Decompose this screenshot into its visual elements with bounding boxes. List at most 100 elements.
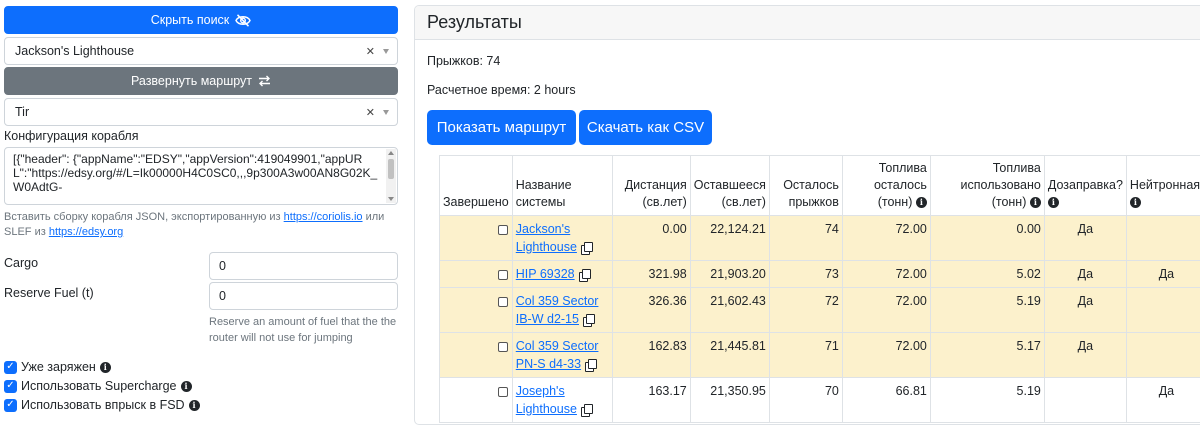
table-row: HIP 69328 321.98 21,903.20 73 72.00 5.02… <box>440 261 1200 288</box>
download-csv-button[interactable]: Скачать как CSV <box>579 110 712 145</box>
neutron-cell <box>1126 216 1200 261</box>
copy-icon[interactable] <box>583 314 594 326</box>
supercharged-label: Уже заряжен <box>21 360 96 374</box>
jumps-count: Прыжков: 74 <box>427 54 500 68</box>
distance-cell: 321.98 <box>612 261 690 288</box>
done-checkbox[interactable] <box>498 225 508 235</box>
source-system-value: Jackson's Lighthouse <box>15 44 366 58</box>
neutron-cell <box>1126 288 1200 333</box>
neutron-cell <box>1126 333 1200 378</box>
info-icon[interactable]: i <box>1130 197 1141 208</box>
col-done[interactable]: Завершено <box>440 156 513 216</box>
clear-icon[interactable]: ✕ <box>366 45 375 58</box>
fuel-used-cell: 0.00 <box>930 216 1044 261</box>
use-supercharge-option[interactable]: ✓ Использовать Supercharge i <box>4 379 192 393</box>
ship-config-help: Вставить сборку корабля JSON, экспортиро… <box>4 210 398 240</box>
copy-icon[interactable] <box>581 242 592 254</box>
fuel-left-cell: 72.00 <box>842 288 930 333</box>
remaining-cell: 21,445.81 <box>690 333 769 378</box>
copy-icon[interactable] <box>585 359 596 371</box>
table-row: Jackson's Lighthouse 0.00 22,124.21 74 7… <box>440 216 1200 261</box>
jumps-cell: 72 <box>769 288 842 333</box>
distance-cell: 162.83 <box>612 333 690 378</box>
fuel-used-cell: 5.19 <box>930 288 1044 333</box>
chevron-down-icon[interactable] <box>383 49 389 54</box>
jumps-cell: 73 <box>769 261 842 288</box>
ship-select-value: Tir <box>15 105 366 119</box>
done-checkbox[interactable] <box>498 270 508 280</box>
edsy-link[interactable]: https://edsy.org <box>49 226 123 238</box>
col-refuel[interactable]: Дозаправка? i <box>1044 156 1126 216</box>
system-link[interactable]: Jackson's Lighthouse <box>516 222 577 254</box>
fuel-left-cell: 66.81 <box>842 378 930 423</box>
ship-select[interactable]: Tir ✕ <box>4 98 398 126</box>
hide-search-button[interactable]: Скрыть поиск <box>4 6 398 34</box>
copy-icon[interactable] <box>579 269 590 281</box>
fsd-injection-option[interactable]: ✓ Использовать впрыск в FSD i <box>4 398 200 412</box>
fsd-injection-checkbox[interactable]: ✓ <box>4 399 17 412</box>
fuel-left-cell: 72.00 <box>842 261 930 288</box>
table-row: Joseph's Lighthouse 163.17 21,350.95 70 … <box>440 378 1200 423</box>
supercharged-checkbox[interactable]: ✓ <box>4 361 17 374</box>
scroll-down-icon[interactable] <box>388 197 394 201</box>
col-fuel-used[interactable]: Топлива использовано (тонн) i <box>930 156 1044 216</box>
fuel-used-cell: 5.19 <box>930 378 1044 423</box>
neutron-cell: Да <box>1126 378 1200 423</box>
show-route-button[interactable]: Показать маршрут <box>427 110 576 145</box>
clear-icon[interactable]: ✕ <box>366 106 375 119</box>
fuel-left-cell: 72.00 <box>842 333 930 378</box>
reserve-fuel-input[interactable]: 0 <box>209 282 398 310</box>
cargo-input[interactable]: 0 <box>209 252 398 280</box>
remaining-cell: 21,602.43 <box>690 288 769 333</box>
info-icon[interactable]: i <box>189 400 200 411</box>
distance-cell: 326.36 <box>612 288 690 333</box>
table-header-row: Завершено Название системы Дистанция (св… <box>440 156 1200 216</box>
cargo-row: Cargo 0 <box>4 252 398 280</box>
jumps-cell: 71 <box>769 333 842 378</box>
use-supercharge-checkbox[interactable]: ✓ <box>4 380 17 393</box>
fuel-used-cell: 5.02 <box>930 261 1044 288</box>
estimated-time: Расчетное время: 2 hours <box>427 83 576 97</box>
results-title: Результаты <box>415 6 1200 40</box>
done-checkbox[interactable] <box>498 387 508 397</box>
col-neutron[interactable]: Нейтронная i <box>1126 156 1200 216</box>
expand-route-button[interactable]: Развернуть маршрут <box>4 67 398 95</box>
swap-arrows-icon <box>258 75 271 87</box>
textarea-scrollbar[interactable] <box>386 149 396 203</box>
eye-slash-icon <box>235 14 251 27</box>
refuel-cell: Да <box>1044 261 1126 288</box>
col-jumps-left[interactable]: Осталось прыжков <box>769 156 842 216</box>
table-row: Col 359 Sector IB-W d2-15 326.36 21,602.… <box>440 288 1200 333</box>
chevron-down-icon[interactable] <box>383 110 389 115</box>
system-link[interactable]: Joseph's Lighthouse <box>516 384 577 416</box>
neutron-cell: Да <box>1126 261 1200 288</box>
source-system-select[interactable]: Jackson's Lighthouse ✕ <box>4 37 398 65</box>
refuel-cell: Да <box>1044 288 1126 333</box>
hide-search-label: Скрыть поиск <box>151 13 230 27</box>
coriolis-link[interactable]: https://coriolis.io <box>284 211 363 223</box>
info-icon[interactable]: i <box>181 381 192 392</box>
col-fuel-left[interactable]: Топлива осталось (тонн) i <box>842 156 930 216</box>
ship-config-textarea[interactable]: [{"header": {"appName":"EDSY","appVersio… <box>4 147 398 205</box>
fsd-injection-label: Использовать впрыск в FSD <box>21 398 185 412</box>
scroll-thumb[interactable] <box>388 159 394 179</box>
col-remaining[interactable]: Оставшееся (св.лет) <box>690 156 769 216</box>
done-checkbox[interactable] <box>498 297 508 307</box>
info-icon[interactable]: i <box>1030 197 1041 208</box>
cargo-label: Cargo <box>4 256 38 270</box>
scroll-up-icon[interactable] <box>388 151 394 155</box>
refuel-cell: Да <box>1044 216 1126 261</box>
info-icon[interactable]: i <box>916 197 927 208</box>
info-icon[interactable]: i <box>100 362 111 373</box>
system-link[interactable]: HIP 69328 <box>516 267 575 281</box>
remaining-cell: 22,124.21 <box>690 216 769 261</box>
col-distance[interactable]: Дистанция (св.лет) <box>612 156 690 216</box>
table-row: Col 359 Sector PN-S d4-33 162.83 21,445.… <box>440 333 1200 378</box>
use-supercharge-label: Использовать Supercharge <box>21 379 177 393</box>
done-checkbox[interactable] <box>498 342 508 352</box>
col-system[interactable]: Название системы <box>512 156 612 216</box>
supercharged-option[interactable]: ✓ Уже заряжен i <box>4 360 111 374</box>
jumps-cell: 70 <box>769 378 842 423</box>
reserve-fuel-help: Reserve an amount of fuel that the the r… <box>209 314 398 346</box>
info-icon[interactable]: i <box>1048 197 1059 208</box>
